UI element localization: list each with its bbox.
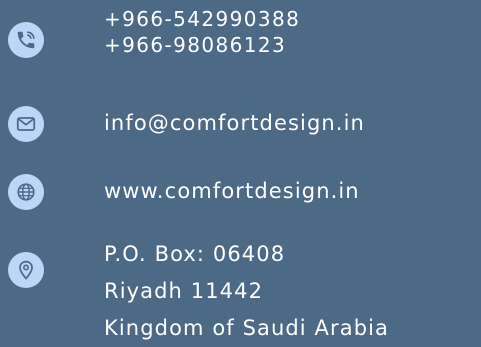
email-address[interactable]: info@comfortdesign.in	[104, 107, 365, 139]
address-line-city: Riyadh 11442	[104, 279, 264, 303]
email-link[interactable]: info@comfortdesign.in	[104, 107, 365, 139]
address-line-po-box: P.O. Box: 06408	[104, 242, 286, 266]
website-link[interactable]: www.comfortdesign.in	[104, 175, 360, 207]
map-pin-icon	[8, 252, 44, 288]
postal-address: P.O. Box: 06408 Riyadh 11442 Kingdom of …	[104, 236, 389, 347]
contact-row-email: info@comfortdesign.in	[0, 100, 481, 146]
contact-row-website: www.comfortdesign.in	[0, 168, 481, 214]
phone-numbers: +966-542990388 +966-98086123	[104, 6, 300, 58]
phone-number-secondary[interactable]: +966-98086123	[104, 32, 300, 58]
contact-row-phone: +966-542990388 +966-98086123	[0, 0, 481, 80]
phone-icon	[8, 22, 44, 58]
globe-icon	[8, 174, 44, 210]
contact-row-address: P.O. Box: 06408 Riyadh 11442 Kingdom of …	[0, 230, 481, 343]
envelope-icon	[8, 106, 44, 142]
phone-number-primary[interactable]: +966-542990388	[104, 6, 300, 32]
address-line-country: Kingdom of Saudi Arabia	[104, 316, 390, 340]
website-address[interactable]: www.comfortdesign.in	[104, 175, 360, 207]
